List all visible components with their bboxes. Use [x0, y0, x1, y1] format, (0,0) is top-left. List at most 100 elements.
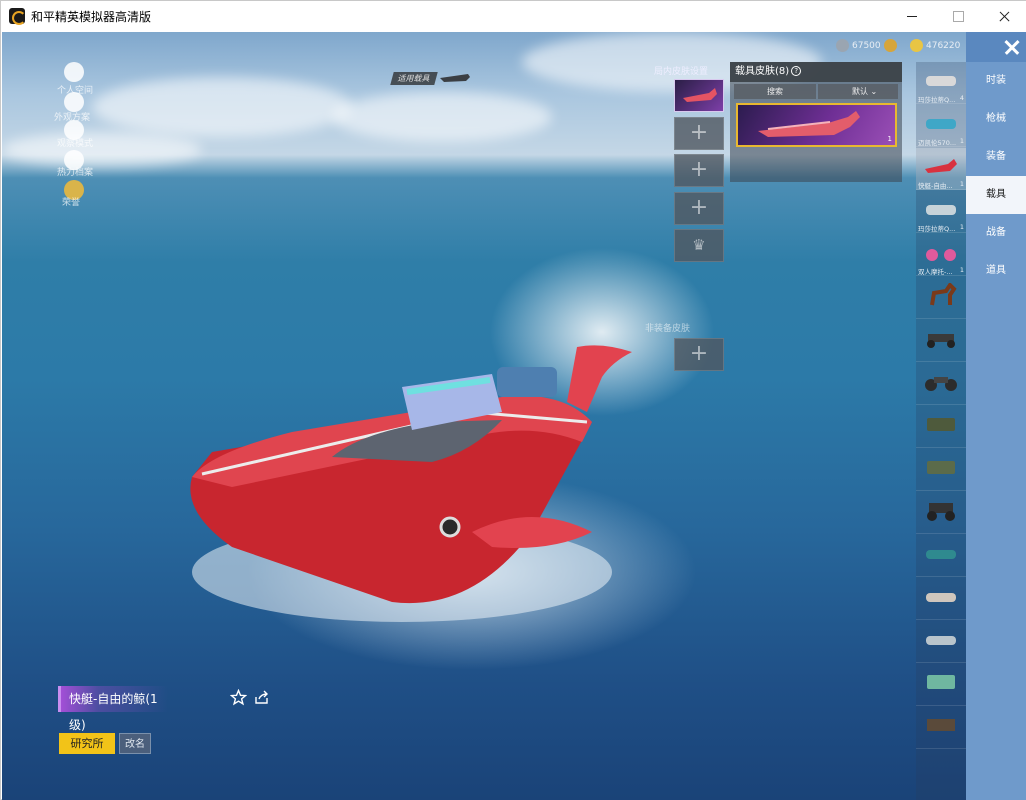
vehicle-thumbnail — [926, 550, 956, 559]
whale-boat-skin-image — [758, 111, 860, 137]
vehicle-list-item[interactable] — [916, 406, 966, 448]
vehicle-list-item[interactable]: 双人摩托-... 1 — [916, 234, 966, 276]
skin-sort-dropdown[interactable]: 默认 ⌄ — [818, 84, 898, 99]
vehicle-thumbnail — [926, 119, 956, 129]
rename-button[interactable]: 改名 — [119, 733, 151, 754]
vehicle-thumbnail — [926, 593, 956, 602]
title-bar: 和平精英模拟器高清版 — [1, 1, 1026, 32]
left-menu-label: 热力档案 — [57, 168, 94, 178]
speedboat-model — [190, 345, 632, 622]
vehicle-thumbnail — [927, 675, 955, 689]
gold-icon — [910, 39, 923, 52]
vehicle-list-item[interactable]: 玛莎拉蒂Q... 4 — [916, 62, 966, 104]
minimize-button[interactable] — [889, 1, 935, 32]
vehicle-list: 玛莎拉蒂Q... 4 迈凯伦570... 1 快艇-自由... 1 玛莎拉蒂Q.… — [916, 62, 966, 800]
vehicle-skin-panel: 载具皮肤(8)? 搜索 默认 ⌄ 1 — [730, 62, 902, 182]
vehicle-thumbnail — [926, 205, 956, 215]
vehicle-count: 4 — [959, 94, 964, 102]
close-window-button[interactable] — [981, 1, 1026, 32]
vehicle-count: 1 — [959, 266, 964, 274]
skin-slot-empty[interactable]: + — [674, 117, 724, 150]
vehicle-list-item[interactable] — [916, 320, 966, 362]
vehicle-thumbnail — [927, 418, 955, 431]
non-equipped-skin-label: 非装备皮肤 — [645, 324, 691, 334]
coupon-icon — [836, 39, 849, 52]
window-title: 和平精英模拟器高清版 — [31, 10, 152, 24]
vehicle-list-item[interactable] — [916, 449, 966, 491]
skin-slot-empty[interactable]: + — [674, 338, 724, 371]
vehicle-name: 快艇-自由... — [918, 182, 953, 190]
vehicle-name: 玛莎拉蒂Q... — [918, 225, 956, 233]
selected-vehicle-name: 快艇-自由的鲸(1级) — [58, 686, 168, 732]
sort-label: 默认 — [852, 87, 868, 96]
vehicle-list-item[interactable] — [916, 277, 966, 319]
left-menu-label: 荣誉 — [62, 198, 81, 208]
skin-card-count: 1 — [887, 135, 892, 143]
vehicle-thumbnail — [925, 377, 957, 391]
close-icon[interactable] — [966, 32, 1026, 62]
vehicle-name: 迈凯伦570... — [918, 139, 956, 147]
research-button[interactable]: 研究所 — [59, 733, 115, 754]
vehicle-list-item[interactable] — [916, 363, 966, 405]
maximize-button[interactable] — [935, 1, 981, 32]
skin-slot-crown[interactable]: ♛ — [674, 229, 724, 262]
vehicle-count: 1 — [959, 137, 964, 145]
game-viewport[interactable]: 个人空间 外观方案 观察模式 热力档案 荣誉 适用载具 67500 476220… — [2, 32, 1026, 800]
vehicle-list-item[interactable] — [916, 621, 966, 663]
info-icon[interactable] — [884, 39, 897, 52]
applied-boat-icon — [440, 74, 470, 82]
skin-panel-header: 载具皮肤(8)? — [730, 62, 902, 82]
horse-thumbnail — [930, 283, 957, 306]
app-logo-icon — [9, 8, 26, 25]
app-window: 和平精英模拟器高清版 个人空间 外观方案 观察模式 热力档案 荣誉 适用载具 6… — [0, 0, 1026, 800]
category-fashion[interactable]: 时装 — [966, 62, 1026, 100]
vehicle-thumbnail — [926, 76, 956, 86]
vehicle-thumbnail — [926, 636, 956, 645]
skin-card-whale-boat[interactable]: 1 — [736, 103, 897, 147]
skin-panel-count: (8) — [775, 66, 790, 77]
vehicle-list-item[interactable]: 迈凯伦570... 1 — [916, 105, 966, 147]
skin-slot-selected[interactable] — [674, 79, 724, 112]
category-combat-prep[interactable]: 战备 — [966, 214, 1026, 252]
skin-slot-empty[interactable]: + — [674, 192, 724, 225]
vehicle-list-item[interactable] — [916, 707, 966, 749]
sky-cloud — [2, 132, 202, 167]
vehicle-list-item-selected[interactable]: 快艇-自由... 1 — [916, 148, 966, 190]
favorite-star-icon[interactable] — [230, 689, 247, 706]
vehicle-thumbnail — [927, 461, 955, 474]
vehicle-list-item[interactable] — [916, 578, 966, 620]
vehicle-name: 玛莎拉蒂Q... — [918, 96, 956, 104]
category-items[interactable]: 道具 — [966, 252, 1026, 290]
vehicle-thumbnail — [925, 159, 957, 173]
vehicle-thumbnail — [927, 719, 955, 731]
vehicle-thumbnail — [926, 249, 956, 261]
skin-search-button[interactable]: 搜索 — [734, 84, 816, 99]
vehicle-name: 双人摩托-... — [918, 268, 953, 276]
search-label: 搜索 — [767, 87, 783, 96]
whale-boat-thumbnail-icon — [683, 88, 717, 102]
outfit-plan-icon[interactable] — [64, 92, 84, 112]
vehicle-list-item[interactable] — [916, 492, 966, 534]
category-weapons[interactable]: 枪械 — [966, 100, 1026, 138]
coupon-count: 67500 — [852, 41, 881, 51]
help-icon[interactable]: ? — [791, 66, 802, 76]
profile-icon[interactable] — [64, 62, 84, 82]
vehicle-list-item[interactable] — [916, 535, 966, 577]
sky-cloud — [332, 92, 552, 142]
left-menu-label: 观察模式 — [57, 139, 94, 149]
in-game-skin-setting-label: 局内皮肤设置 — [654, 67, 709, 77]
chevron-down-icon: ⌄ — [868, 87, 878, 96]
vehicle-thumbnail — [927, 503, 955, 521]
category-vehicles[interactable]: 载具 — [966, 176, 1026, 214]
vehicle-count: 1 — [959, 180, 964, 188]
vehicle-thumbnail — [927, 334, 955, 348]
vehicle-count: 1 — [959, 223, 964, 231]
vehicle-list-item[interactable] — [916, 664, 966, 706]
gold-count: 476220 — [926, 41, 961, 51]
sky-cloud — [92, 77, 352, 137]
category-equipment[interactable]: 装备 — [966, 138, 1026, 176]
vehicle-list-item[interactable]: 玛莎拉蒂Q... 1 — [916, 191, 966, 233]
skin-panel-title: 载具皮肤 — [735, 66, 775, 77]
skin-slot-empty[interactable]: + — [674, 154, 724, 187]
share-icon[interactable] — [253, 689, 270, 706]
